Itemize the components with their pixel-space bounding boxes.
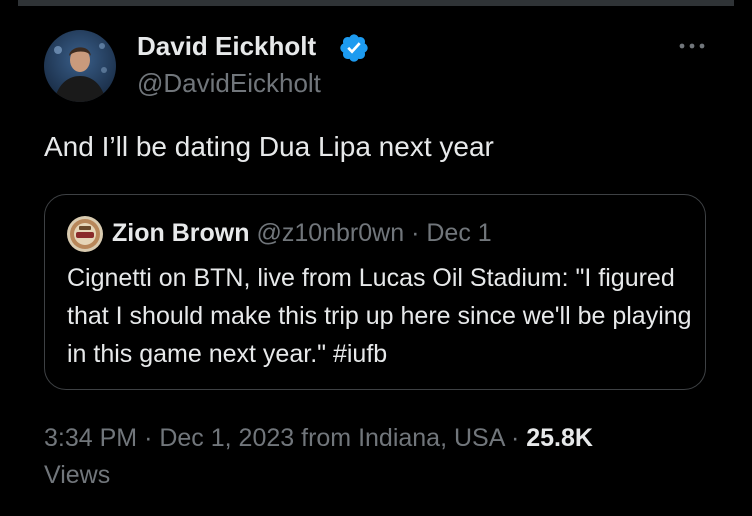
quoted-tweet-text: Cignetti on BTN, live from Lucas Oil Sta… bbox=[67, 264, 692, 368]
quoted-tweet-card[interactable]: Zion Brown @z10nbr0wn · Dec 1 Cignetti o… bbox=[44, 194, 706, 390]
tweet-time[interactable]: 3:34 PM bbox=[44, 424, 137, 452]
quoted-author-name[interactable]: Zion Brown bbox=[112, 219, 249, 247]
meta-separator-2: · bbox=[510, 424, 520, 452]
more-options-icon[interactable] bbox=[677, 36, 707, 56]
tweet-location: from Indiana, USA bbox=[301, 424, 505, 452]
quoted-author-avatar-image bbox=[67, 216, 103, 252]
author-name[interactable]: David Eickholt bbox=[137, 31, 316, 62]
author-avatar-image bbox=[44, 30, 116, 102]
top-divider bbox=[18, 0, 734, 6]
tweet-date[interactable]: Dec 1, 2023 bbox=[159, 424, 294, 452]
author-handle[interactable]: @DavidEickholt bbox=[137, 68, 321, 99]
quoted-author-handle[interactable]: @z10nbr0wn bbox=[256, 219, 404, 247]
verified-badge-icon bbox=[340, 34, 368, 62]
meta-separator: · bbox=[144, 424, 153, 452]
quoted-author-avatar[interactable] bbox=[67, 216, 103, 252]
views-count[interactable]: 25.8K bbox=[526, 424, 593, 452]
tweet-text: And I’ll be dating Dua Lipa next year bbox=[44, 131, 494, 162]
views-label[interactable]: Views bbox=[44, 461, 110, 490]
quoted-separator: · bbox=[411, 219, 420, 247]
quoted-date[interactable]: Dec 1 bbox=[426, 219, 491, 247]
quoted-tweet-header: Zion Brown @z10nbr0wn · Dec 1 bbox=[112, 219, 492, 248]
tweet-meta: 3:34 PM · Dec 1, 2023 from Indiana, USA … bbox=[44, 424, 593, 453]
author-avatar[interactable] bbox=[44, 30, 116, 102]
